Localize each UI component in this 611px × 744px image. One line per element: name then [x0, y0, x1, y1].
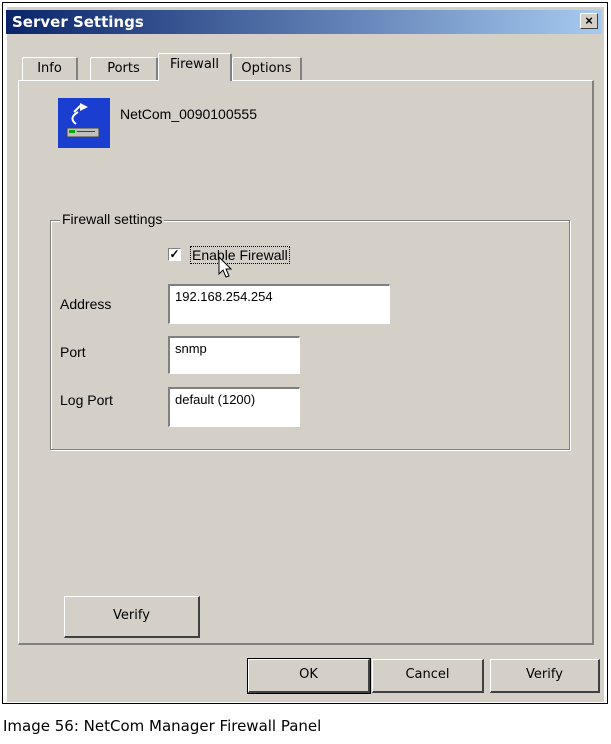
figure-caption: Image 56: NetCom Manager Firewall Panel — [3, 717, 322, 735]
tab-firewall[interactable]: Firewall — [158, 53, 232, 81]
tab-options[interactable]: Options — [232, 57, 302, 81]
window-title: Server Settings — [12, 13, 144, 31]
network-device-icon — [58, 98, 110, 148]
cancel-button[interactable]: Cancel — [372, 659, 484, 693]
close-button[interactable]: × — [580, 13, 598, 29]
tab-ports[interactable]: Ports — [90, 57, 158, 81]
address-label: Address — [60, 296, 112, 312]
port-label: Port — [60, 344, 86, 360]
ok-button[interactable]: OK — [247, 658, 371, 694]
device-name: NetCom_0090100555 — [120, 106, 257, 122]
title-bar: Server Settings × — [6, 10, 602, 34]
panel-verify-button[interactable]: Verify — [64, 596, 200, 638]
port-field[interactable]: snmp — [168, 336, 300, 374]
dialog-verify-button[interactable]: Verify — [490, 659, 600, 693]
address-field[interactable]: 192.168.254.254 — [168, 284, 390, 324]
log-port-field[interactable]: default (1200) — [168, 387, 300, 427]
mouse-cursor-icon — [218, 256, 233, 278]
tab-info[interactable]: Info — [22, 57, 78, 81]
enable-firewall-checkbox[interactable]: ✓ — [168, 248, 181, 261]
log-port-label: Log Port — [60, 392, 113, 408]
firewall-settings-group — [50, 220, 570, 450]
group-label: Firewall settings — [60, 211, 165, 227]
enable-firewall-label[interactable]: Enable Firewall — [190, 246, 290, 264]
